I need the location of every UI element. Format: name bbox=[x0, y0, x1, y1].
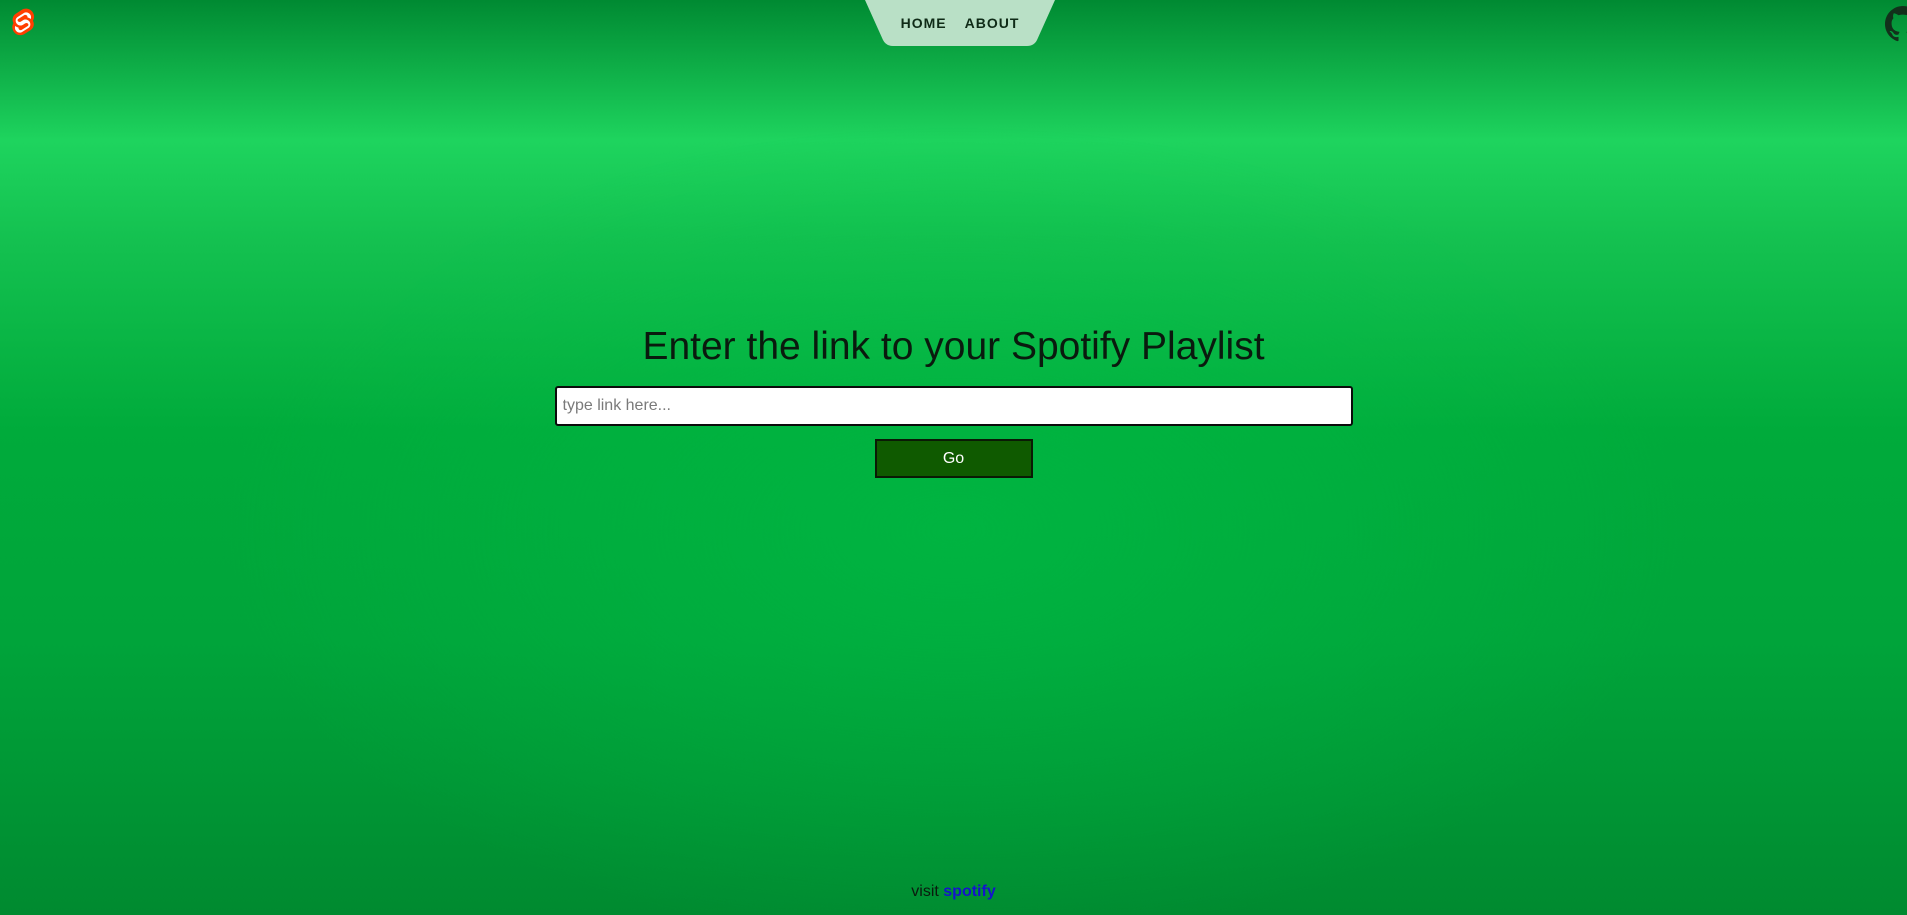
footer: visit spotify bbox=[0, 883, 1907, 901]
svelte-logo-icon[interactable] bbox=[8, 8, 38, 38]
playlist-link-input[interactable] bbox=[554, 386, 1353, 426]
go-button[interactable]: Go bbox=[874, 439, 1033, 478]
page-title: Enter the link to your Spotify Playlist bbox=[642, 325, 1265, 368]
top-navigation: HOME ABOUT bbox=[865, 0, 1055, 46]
spotify-link[interactable]: spotify bbox=[943, 883, 995, 900]
footer-visit-text: visit bbox=[911, 883, 944, 900]
nav-link-about[interactable]: ABOUT bbox=[965, 13, 1020, 33]
github-icon[interactable] bbox=[1885, 6, 1907, 42]
nav-link-home[interactable]: HOME bbox=[901, 13, 947, 33]
main-content: Enter the link to your Spotify Playlist … bbox=[0, 320, 1907, 478]
